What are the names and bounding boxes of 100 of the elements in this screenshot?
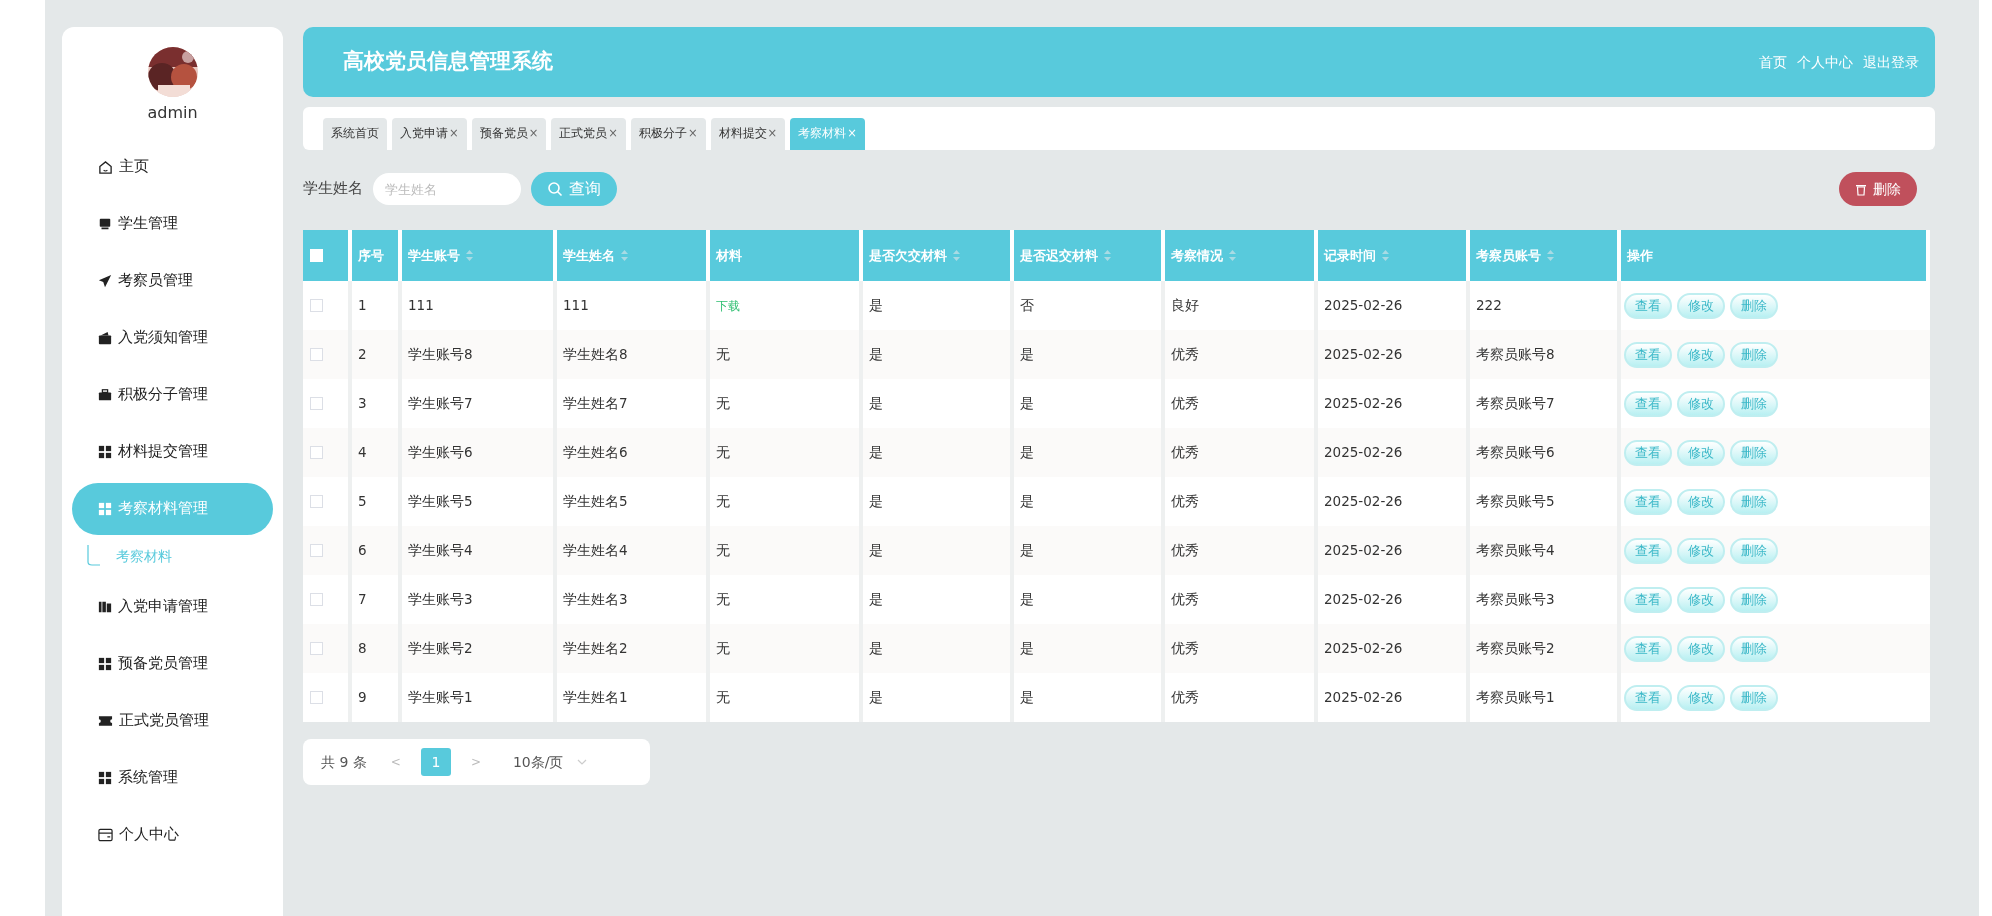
- action-button[interactable]: 查看: [1624, 439, 1672, 466]
- action-button[interactable]: 删除: [1730, 341, 1778, 368]
- table-header-cell[interactable]: 考察员账号: [1470, 230, 1621, 281]
- action-button[interactable]: 查看: [1624, 684, 1672, 711]
- header-link[interactable]: 个人中心: [1797, 51, 1853, 73]
- close-icon[interactable]: ×: [687, 125, 698, 143]
- table-header-cell[interactable]: 是否欠交材料: [863, 230, 1014, 281]
- action-button[interactable]: 修改: [1677, 684, 1725, 711]
- sidebar-item[interactable]: 系统管理: [72, 752, 273, 804]
- checkbox[interactable]: [310, 299, 323, 312]
- download-link[interactable]: 下载: [716, 296, 740, 315]
- action-button[interactable]: 删除: [1730, 586, 1778, 613]
- sidebar-item[interactable]: 正式党员管理: [72, 695, 273, 747]
- action-button[interactable]: 修改: [1677, 341, 1725, 368]
- checkbox[interactable]: [310, 249, 323, 262]
- table-row[interactable]: 1 111 111 下载 是 否 良好 2025-02-26 222 查看 修改 删除: [303, 281, 1930, 330]
- action-button[interactable]: 修改: [1677, 586, 1725, 613]
- table-cell-text: 5: [358, 492, 367, 512]
- sidebar-item[interactable]: 个人中心: [72, 809, 273, 861]
- table-row[interactable]: 3 学生账号7 学生姓名7 无 是 是 优秀 2025-02-26 考察员账号7 查看 修改 删除: [303, 379, 1930, 428]
- action-button[interactable]: 修改: [1677, 292, 1725, 319]
- prev-button[interactable]: <: [390, 753, 401, 771]
- checkbox[interactable]: [310, 691, 323, 704]
- search-button[interactable]: 查询: [531, 172, 617, 206]
- action-button[interactable]: 查看: [1624, 488, 1672, 515]
- close-icon[interactable]: ×: [608, 125, 618, 143]
- table-row[interactable]: 9 学生账号1 学生姓名1 无 是 是 优秀 2025-02-26 考察员账号1 查看 修改 删除: [303, 673, 1930, 722]
- action-button[interactable]: 查看: [1624, 390, 1672, 417]
- sidebar-item[interactable]: 考察材料管理: [72, 483, 273, 535]
- grid-icon: [98, 657, 112, 671]
- checkbox[interactable]: [310, 495, 323, 508]
- sidebar-item[interactable]: 学生管理: [72, 198, 273, 250]
- action-button[interactable]: 删除: [1730, 537, 1778, 564]
- header-link[interactable]: 首页: [1759, 51, 1787, 73]
- column-header: 序号: [358, 246, 384, 265]
- table-cell-text: 是: [1020, 688, 1034, 708]
- table-row[interactable]: 7 学生账号3 学生姓名3 无 是 是 优秀 2025-02-26 考察员账号3 查看 修改 删除: [303, 575, 1930, 624]
- action-button[interactable]: 删除: [1730, 390, 1778, 417]
- next-button[interactable]: >: [470, 753, 481, 771]
- table-row[interactable]: 8 学生账号2 学生姓名2 无 是 是 优秀 2025-02-26 考察员账号2 查看 修改 删除: [303, 624, 1930, 673]
- checkbox[interactable]: [310, 544, 323, 557]
- sidebar-item[interactable]: 入党申请管理: [72, 581, 273, 633]
- sidebar-item[interactable]: 入党须知管理: [72, 312, 273, 364]
- sidebar-item[interactable]: 材料提交管理: [72, 426, 273, 478]
- header-link[interactable]: 退出登录: [1863, 51, 1919, 73]
- action-button[interactable]: 删除: [1730, 488, 1778, 515]
- action-button[interactable]: 修改: [1677, 390, 1725, 417]
- checkbox[interactable]: [310, 348, 323, 361]
- checkbox[interactable]: [310, 642, 323, 655]
- action-button[interactable]: 删除: [1730, 635, 1778, 662]
- delete-button[interactable]: 删除: [1839, 172, 1917, 206]
- action-button[interactable]: 查看: [1624, 635, 1672, 662]
- action-button[interactable]: 查看: [1624, 586, 1672, 613]
- action-button[interactable]: 修改: [1677, 537, 1725, 564]
- column-header: 操作: [1627, 246, 1653, 265]
- table-row[interactable]: 6 学生账号4 学生姓名4 无 是 是 优秀 2025-02-26 考察员账号4 查看 修改 删除: [303, 526, 1930, 575]
- table-header-cell[interactable]: 记录时间: [1318, 230, 1470, 281]
- table-header-cell[interactable]: 学生账号: [402, 230, 557, 281]
- submenu-item[interactable]: 考察材料: [116, 545, 172, 567]
- checkbox[interactable]: [310, 446, 323, 459]
- checkbox[interactable]: [310, 397, 323, 410]
- action-button[interactable]: 删除: [1730, 439, 1778, 466]
- tab[interactable]: 正式党员×: [551, 118, 626, 150]
- table-row[interactable]: 4 学生账号6 学生姓名6 无 是 是 优秀 2025-02-26 考察员账号6 查看 修改 删除: [303, 428, 1930, 477]
- tab[interactable]: 系统首页: [323, 118, 387, 150]
- tab[interactable]: 预备党员×: [471, 118, 547, 150]
- close-icon[interactable]: ×: [528, 125, 539, 143]
- sort-icon: [1547, 250, 1554, 261]
- tab[interactable]: 考察材料×: [790, 118, 865, 150]
- column-header: 是否欠交材料: [869, 246, 947, 265]
- action-button[interactable]: 查看: [1624, 537, 1672, 564]
- close-icon[interactable]: ×: [449, 125, 459, 143]
- action-button[interactable]: 修改: [1677, 635, 1725, 662]
- checkbox[interactable]: [310, 593, 323, 606]
- search-field[interactable]: 学生姓名: [373, 173, 521, 205]
- page-size-select[interactable]: 10条/页: [512, 751, 564, 773]
- sidebar-item[interactable]: 积极分子管理: [72, 369, 273, 421]
- action-button[interactable]: 修改: [1677, 488, 1725, 515]
- table-cell-text: 学生姓名8: [563, 345, 628, 365]
- action-button[interactable]: 查看: [1624, 292, 1672, 319]
- action-button[interactable]: 修改: [1677, 439, 1725, 466]
- tab[interactable]: 积极分子×: [630, 118, 706, 150]
- action-button[interactable]: 删除: [1730, 292, 1778, 319]
- action-button[interactable]: 查看: [1624, 341, 1672, 368]
- sidebar-item[interactable]: 考察员管理: [72, 255, 273, 307]
- close-icon[interactable]: ×: [767, 125, 778, 143]
- sidebar-item[interactable]: 预备党员管理: [72, 638, 273, 690]
- briefcase-icon: [98, 388, 112, 402]
- table-header-cell[interactable]: 是否迟交材料: [1014, 230, 1165, 281]
- tab[interactable]: 入党申请×: [392, 118, 467, 150]
- action-button[interactable]: 删除: [1730, 684, 1778, 711]
- close-icon[interactable]: ×: [847, 125, 857, 143]
- table-header-cell[interactable]: 考察情况: [1165, 230, 1318, 281]
- table-row[interactable]: 2 学生账号8 学生姓名8 无 是 是 优秀 2025-02-26 考察员账号8 查看 修改 删除: [303, 330, 1930, 379]
- page-button[interactable]: 1: [420, 748, 451, 776]
- sidebar-item[interactable]: 主页: [72, 141, 273, 193]
- tab[interactable]: 材料提交×: [710, 118, 786, 150]
- table-header-cell[interactable]: 学生姓名: [557, 230, 710, 281]
- table-row[interactable]: 5 学生账号5 学生姓名5 无 是 是 优秀 2025-02-26 考察员账号5 查看 修改 删除: [303, 477, 1930, 526]
- table-cell-text: 是: [869, 688, 883, 708]
